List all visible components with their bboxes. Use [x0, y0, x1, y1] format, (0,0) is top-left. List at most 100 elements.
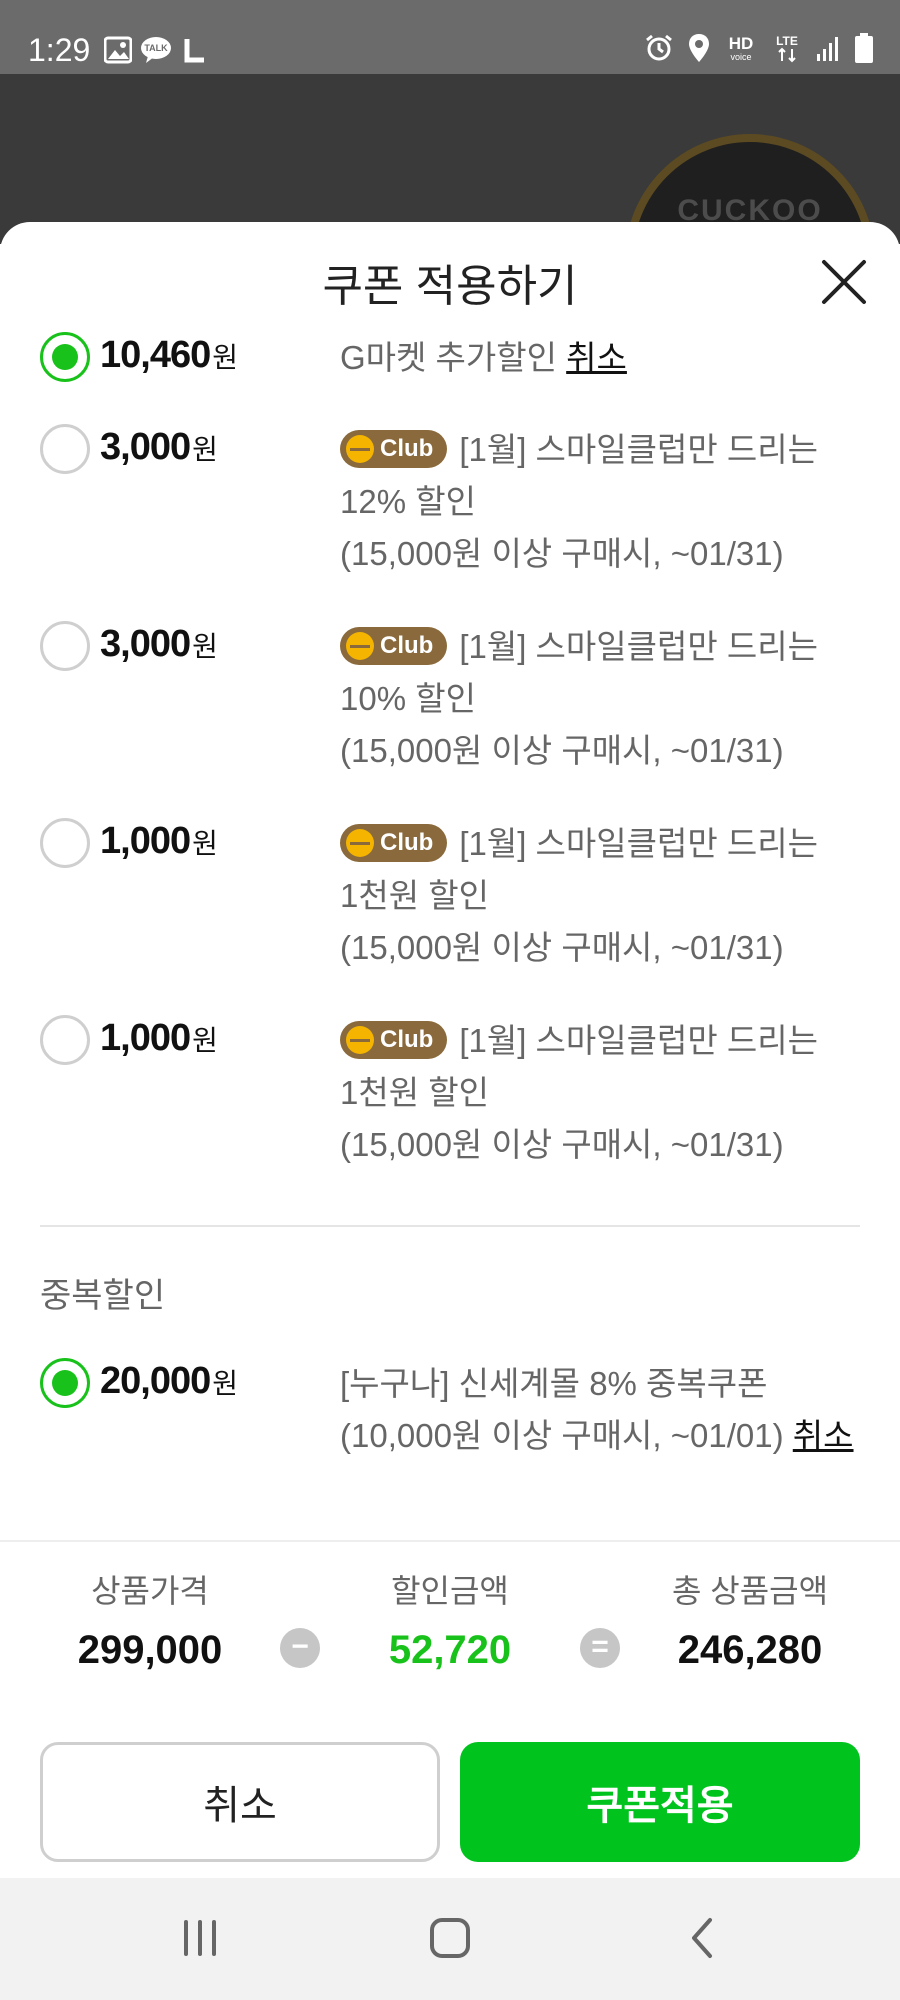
coupon-description: [누구나] 신세계몰 8% 중복쿠폰 (10,000원 이상 구매시, ~01/…: [340, 1358, 860, 1462]
coupon-amount-value: 3,000: [100, 426, 191, 468]
coupon-description: Club [1월] 스마일클럽만 드리는 12% 할인 (15,000원 이상 구…: [340, 424, 860, 580]
club-badge-label: Club: [380, 632, 434, 660]
smile-club-icon: [346, 1026, 374, 1055]
discount-amount: 할인금액 52,720: [330, 1566, 570, 1673]
coupon-line-1: Club [1월] 스마일클럽만 드리는: [340, 818, 860, 870]
coupon-amount-unit: 원: [192, 828, 218, 859]
smile-club-icon: [346, 632, 374, 661]
section-divider: [40, 1225, 860, 1227]
coupon-description: G마켓 추가할인 취소: [340, 332, 860, 384]
coupon-amount-unit: 원: [212, 1368, 238, 1399]
product-price-label: 상품가격: [91, 1573, 209, 1609]
recent-apps-icon[interactable]: [180, 1914, 220, 1962]
coupon-line-2: 1천원 할인: [340, 877, 489, 914]
minus-icon: −: [280, 1628, 320, 1668]
coupon-line-3: (15,000원 이상 구매시, ~01/31): [340, 929, 784, 966]
coupon-line-1: Club [1월] 스마일클럽만 드리는: [340, 621, 860, 673]
gallery-icon: [104, 36, 132, 64]
status-time: 1:29: [28, 32, 91, 68]
background-page: CUCKOO: [0, 74, 900, 244]
coupon-text: [1월] 스마일클럽만 드리는: [459, 431, 818, 468]
coupon-condition: (10,000원 이상 구매시, ~01/01): [340, 1417, 793, 1454]
coupon-text: [1월] 스마일클럽만 드리는: [459, 628, 818, 665]
coupon-line-3: (15,000원 이상 구매시, ~01/31): [340, 535, 784, 572]
club-badge-label: Club: [380, 435, 434, 463]
club-badge: Club: [340, 430, 448, 469]
coupon-text: [1월] 스마일클럽만 드리는: [459, 825, 818, 862]
kakaotalk-icon: TALK: [141, 37, 171, 63]
coupon-description: Club [1월] 스마일클럽만 드리는 10% 할인 (15,000원 이상 구…: [340, 621, 860, 777]
coupon-amount: 3,000원: [100, 623, 218, 666]
smile-club-icon: [346, 435, 374, 464]
coupon-line-2: 10% 할인: [340, 680, 476, 717]
apply-coupon-button[interactable]: 쿠폰적용: [460, 1742, 860, 1862]
discount-amount-label: 할인금액: [391, 1573, 509, 1609]
duplicate-discount-label: 중복할인: [40, 1277, 166, 1315]
coupon-line-3: (15,000원 이상 구매시, ~01/31): [340, 732, 784, 769]
smile-club-icon: [346, 829, 374, 858]
equals-icon: =: [580, 1628, 620, 1668]
coupon-line-2: 1천원 할인: [340, 1074, 489, 1111]
coupon-amount: 20,000원: [100, 1360, 238, 1403]
coupon-amount-unit: 원: [212, 342, 238, 373]
club-badge-label: Club: [380, 1026, 434, 1054]
sheet-title: 쿠폰 적용하기: [322, 262, 578, 311]
price-summary: 상품가격 299,000 − 할인금액 52,720 = 총 상품금액 246,…: [0, 1540, 900, 1673]
total-amount-value: 246,280: [677, 1628, 823, 1672]
cancel-button[interactable]: 취소: [40, 1742, 440, 1862]
coupon-cancel-link[interactable]: 취소: [566, 339, 627, 376]
total-amount-label: 총 상품금액: [671, 1573, 829, 1609]
coupon-line-1: Club [1월] 스마일클럽만 드리는: [340, 424, 860, 476]
hd-label: HD: [729, 34, 754, 53]
voice-label: voice: [730, 52, 751, 62]
club-badge: Club: [340, 627, 448, 666]
coupon-amount-value: 3,000: [100, 623, 191, 665]
lte-label: LTE: [776, 34, 798, 48]
coupon-radio[interactable]: [40, 1015, 90, 1065]
coupon-amount: 3,000원: [100, 426, 218, 469]
signal-icon: [817, 37, 838, 61]
coupon-text: G마켓 추가할인: [340, 339, 567, 376]
coupon-amount-unit: 원: [192, 631, 218, 662]
club-badge: Club: [340, 1021, 448, 1060]
status-bar: 1:29 TALK HD voice LTE: [0, 0, 900, 74]
coupon-radio[interactable]: [40, 332, 90, 382]
coupon-amount-unit: 원: [192, 434, 218, 465]
coupon-line-1: [누구나] 신세계몰 8% 중복쿠폰: [340, 1365, 768, 1402]
coupon-amount-value: 1,000: [100, 1017, 191, 1059]
club-badge-label: Club: [380, 829, 434, 857]
coupon-radio[interactable]: [40, 1358, 90, 1408]
coupon-cancel-link[interactable]: 취소: [793, 1417, 854, 1454]
back-icon[interactable]: [686, 1914, 718, 1962]
system-nav-bar: [0, 1878, 900, 2000]
alarm-icon: [646, 34, 672, 61]
coupon-radio[interactable]: [40, 818, 90, 868]
coupon-radio[interactable]: [40, 621, 90, 671]
discount-amount-value: 52,720: [388, 1628, 512, 1672]
status-icons: HD voice LTE: [644, 32, 874, 64]
coupon-line-2: (10,000원 이상 구매시, ~01/01) 취소: [340, 1410, 860, 1462]
close-icon[interactable]: [820, 258, 868, 306]
coupon-amount-unit: 원: [192, 1025, 218, 1056]
product-price: 상품가격 299,000: [30, 1566, 270, 1673]
coupon-radio[interactable]: [40, 424, 90, 474]
coupon-amount-value: 10,460: [100, 334, 211, 376]
coupon-amount: 1,000원: [100, 820, 218, 863]
coupon-line-3: (15,000원 이상 구매시, ~01/31): [340, 1126, 784, 1163]
coupon-amount-value: 20,000: [100, 1360, 211, 1402]
talk-badge-text: TALK: [144, 43, 168, 53]
coupon-text: [1월] 스마일클럽만 드리는: [459, 1022, 818, 1059]
club-badge: Club: [340, 824, 448, 863]
coupon-description: Club [1월] 스마일클럽만 드리는 1천원 할인 (15,000원 이상 구…: [340, 1015, 860, 1171]
location-icon: [689, 34, 709, 62]
total-amount: 총 상품금액 246,280: [630, 1566, 870, 1673]
lte-icon: LTE: [776, 34, 798, 63]
coupon-line-2: 12% 할인: [340, 483, 476, 520]
hd-voice-icon: HD voice: [729, 34, 754, 62]
coupon-amount: 10,460원: [100, 334, 238, 377]
battery-icon: [855, 33, 873, 63]
coupon-amount-value: 1,000: [100, 820, 191, 862]
home-icon[interactable]: [428, 1914, 472, 1962]
coupon-amount: 1,000원: [100, 1017, 218, 1060]
product-price-value: 299,000: [77, 1628, 223, 1672]
